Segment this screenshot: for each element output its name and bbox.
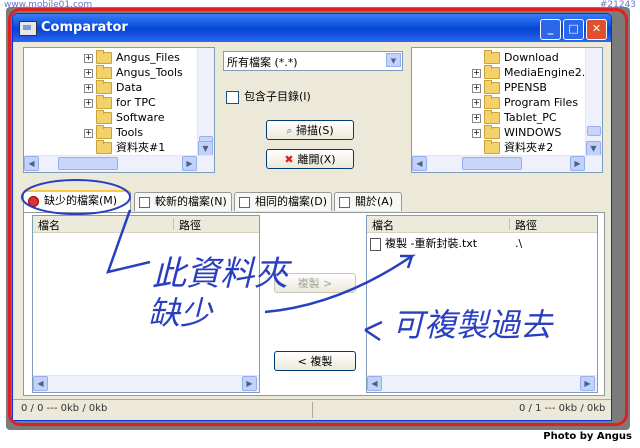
pen-stroke-arrow — [106, 209, 151, 274]
annotation-can-copy: 可複製過去 — [392, 306, 553, 344]
pen-stroke-arrowhead — [364, 320, 383, 342]
circle-annotation — [21, 179, 131, 215]
photo-credit: Photo by Angus — [543, 431, 632, 442]
annotation-missing: 缺少 — [148, 294, 213, 332]
pen-annotations — [21, 179, 417, 342]
